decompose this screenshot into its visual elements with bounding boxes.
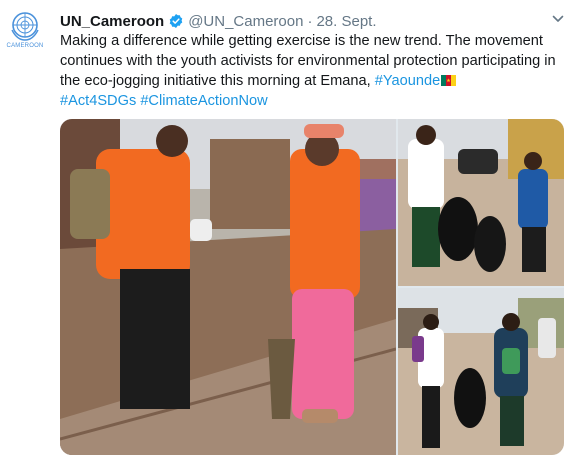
photo-cleanup-bags[interactable] — [398, 119, 564, 286]
user-handle[interactable]: @UN_Cameroon — [188, 13, 303, 30]
un-emblem-icon — [11, 12, 39, 41]
avatar-label: CAMEROON — [6, 43, 44, 49]
tweet-header: UN_Cameroon @UN_Cameroon · 28. Sept. — [60, 11, 377, 31]
tweet[interactable]: CAMEROON UN_Cameroon @UN_Cameroon · 28. … — [0, 0, 571, 459]
tweet-text: Making a difference while getting exerci… — [60, 31, 560, 111]
hashtag-act4sdgs[interactable]: #Act4SDGs — [60, 93, 136, 109]
display-name[interactable]: UN_Cameroon — [60, 13, 164, 30]
separator-dot: · — [307, 12, 313, 30]
hashtag-climateactionnow[interactable]: #ClimateActionNow — [140, 93, 267, 109]
photo-eco-jogging-main[interactable] — [60, 119, 396, 455]
verified-badge-icon — [168, 13, 184, 29]
tweet-date[interactable]: 28. Sept. — [316, 13, 376, 30]
tweet-body: Making a difference while getting exerci… — [60, 33, 556, 89]
photo-street-cleanup[interactable] — [398, 288, 564, 455]
avatar[interactable]: CAMEROON — [6, 10, 44, 56]
media-grid — [60, 119, 564, 455]
chevron-down-icon[interactable] — [551, 12, 565, 26]
hashtag-yaounde[interactable]: #Yaounde — [375, 73, 440, 89]
cameroon-flag-icon — [441, 75, 457, 86]
